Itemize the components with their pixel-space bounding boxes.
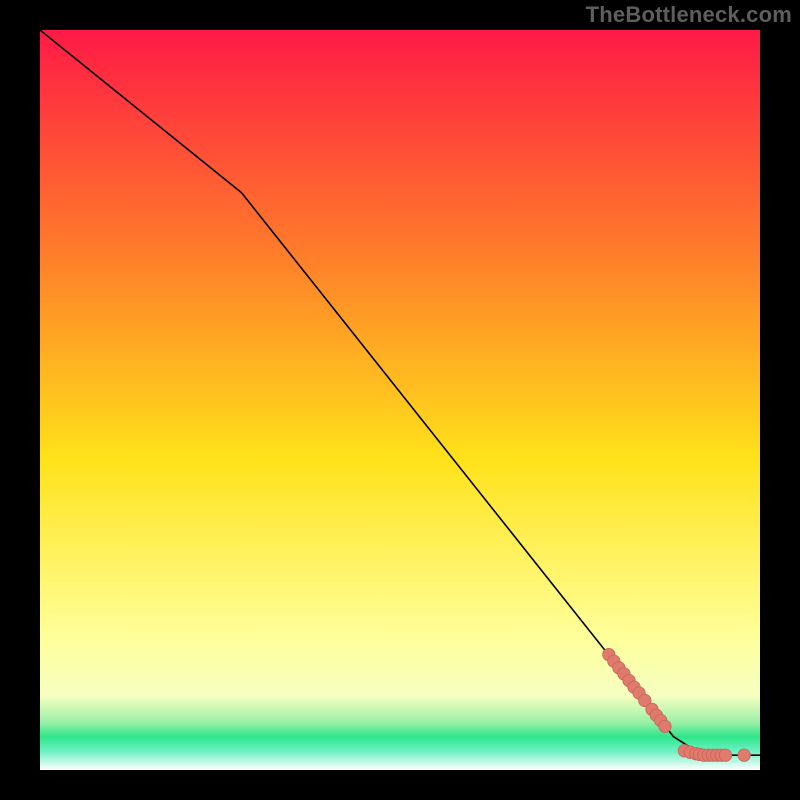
- plot-svg: [40, 30, 760, 770]
- plot-area: [40, 30, 760, 770]
- data-marker: [738, 749, 750, 761]
- data-marker: [719, 749, 731, 761]
- gradient-background: [40, 30, 760, 770]
- data-marker: [659, 720, 671, 732]
- chart-frame: TheBottleneck.com: [0, 0, 800, 800]
- watermark-text: TheBottleneck.com: [586, 2, 792, 28]
